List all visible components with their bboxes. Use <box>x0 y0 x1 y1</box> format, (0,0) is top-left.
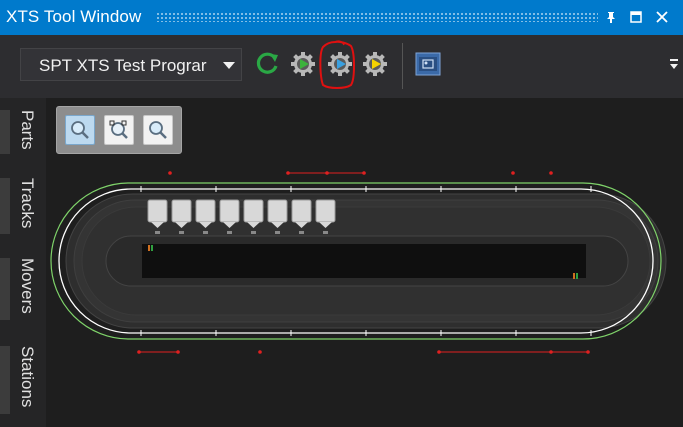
tab-parts[interactable]: Parts <box>0 110 46 154</box>
tab-movers[interactable]: Movers <box>0 258 46 320</box>
zoom-reset-icon <box>109 120 128 139</box>
project-select[interactable]: SPT XTS Test Prograr <box>20 48 242 81</box>
pin-icon[interactable] <box>600 6 622 28</box>
track-canvas[interactable] <box>46 98 683 427</box>
tab-marker <box>0 258 10 320</box>
toolbar-overflow-button[interactable] <box>669 57 679 71</box>
tab-marker <box>0 110 10 154</box>
viewer-icon <box>415 52 441 76</box>
title-bar: XTS Tool Window <box>0 0 683 35</box>
tab-stations[interactable]: Stations <box>0 346 46 414</box>
tab-tracks[interactable]: Tracks <box>0 178 46 234</box>
tab-parts-label: Parts <box>18 110 37 150</box>
viewer-button[interactable] <box>414 50 442 78</box>
run-yellow-button[interactable] <box>361 50 389 78</box>
zoom-in-button[interactable] <box>143 115 173 145</box>
run-green-button[interactable] <box>289 50 317 78</box>
close-icon[interactable] <box>651 6 673 28</box>
xts-track-view <box>50 171 667 354</box>
window-title: XTS Tool Window <box>6 7 142 26</box>
tab-stations-label: Stations <box>18 346 37 408</box>
title-drag-grip[interactable] <box>156 12 598 22</box>
zoom-fit-icon <box>71 121 89 139</box>
side-tab-strip: Parts Tracks Movers Stations <box>0 98 46 427</box>
tab-movers-label: Movers <box>18 258 37 314</box>
tab-marker <box>0 178 10 234</box>
zoom-in-icon <box>149 121 167 139</box>
red-circle-annotation <box>319 40 355 89</box>
toolbar-separator <box>402 43 403 89</box>
track-center-slot <box>142 244 586 278</box>
refresh-button[interactable] <box>254 50 282 78</box>
project-select-value: SPT XTS Test Prograr <box>39 56 207 75</box>
gear-play-green-icon <box>291 52 315 76</box>
gear-play-yellow-icon <box>363 52 387 76</box>
chevron-down-icon <box>223 62 235 69</box>
zoom-fit-button[interactable] <box>65 115 95 145</box>
refresh-icon <box>256 52 278 74</box>
toolbar: SPT XTS Test Prograr <box>0 35 683 98</box>
zoom-reset-button[interactable] <box>104 115 134 145</box>
maximize-icon[interactable] <box>625 6 647 28</box>
zoom-toolbar <box>56 106 182 154</box>
tab-tracks-label: Tracks <box>18 178 37 229</box>
tab-marker <box>0 346 10 414</box>
